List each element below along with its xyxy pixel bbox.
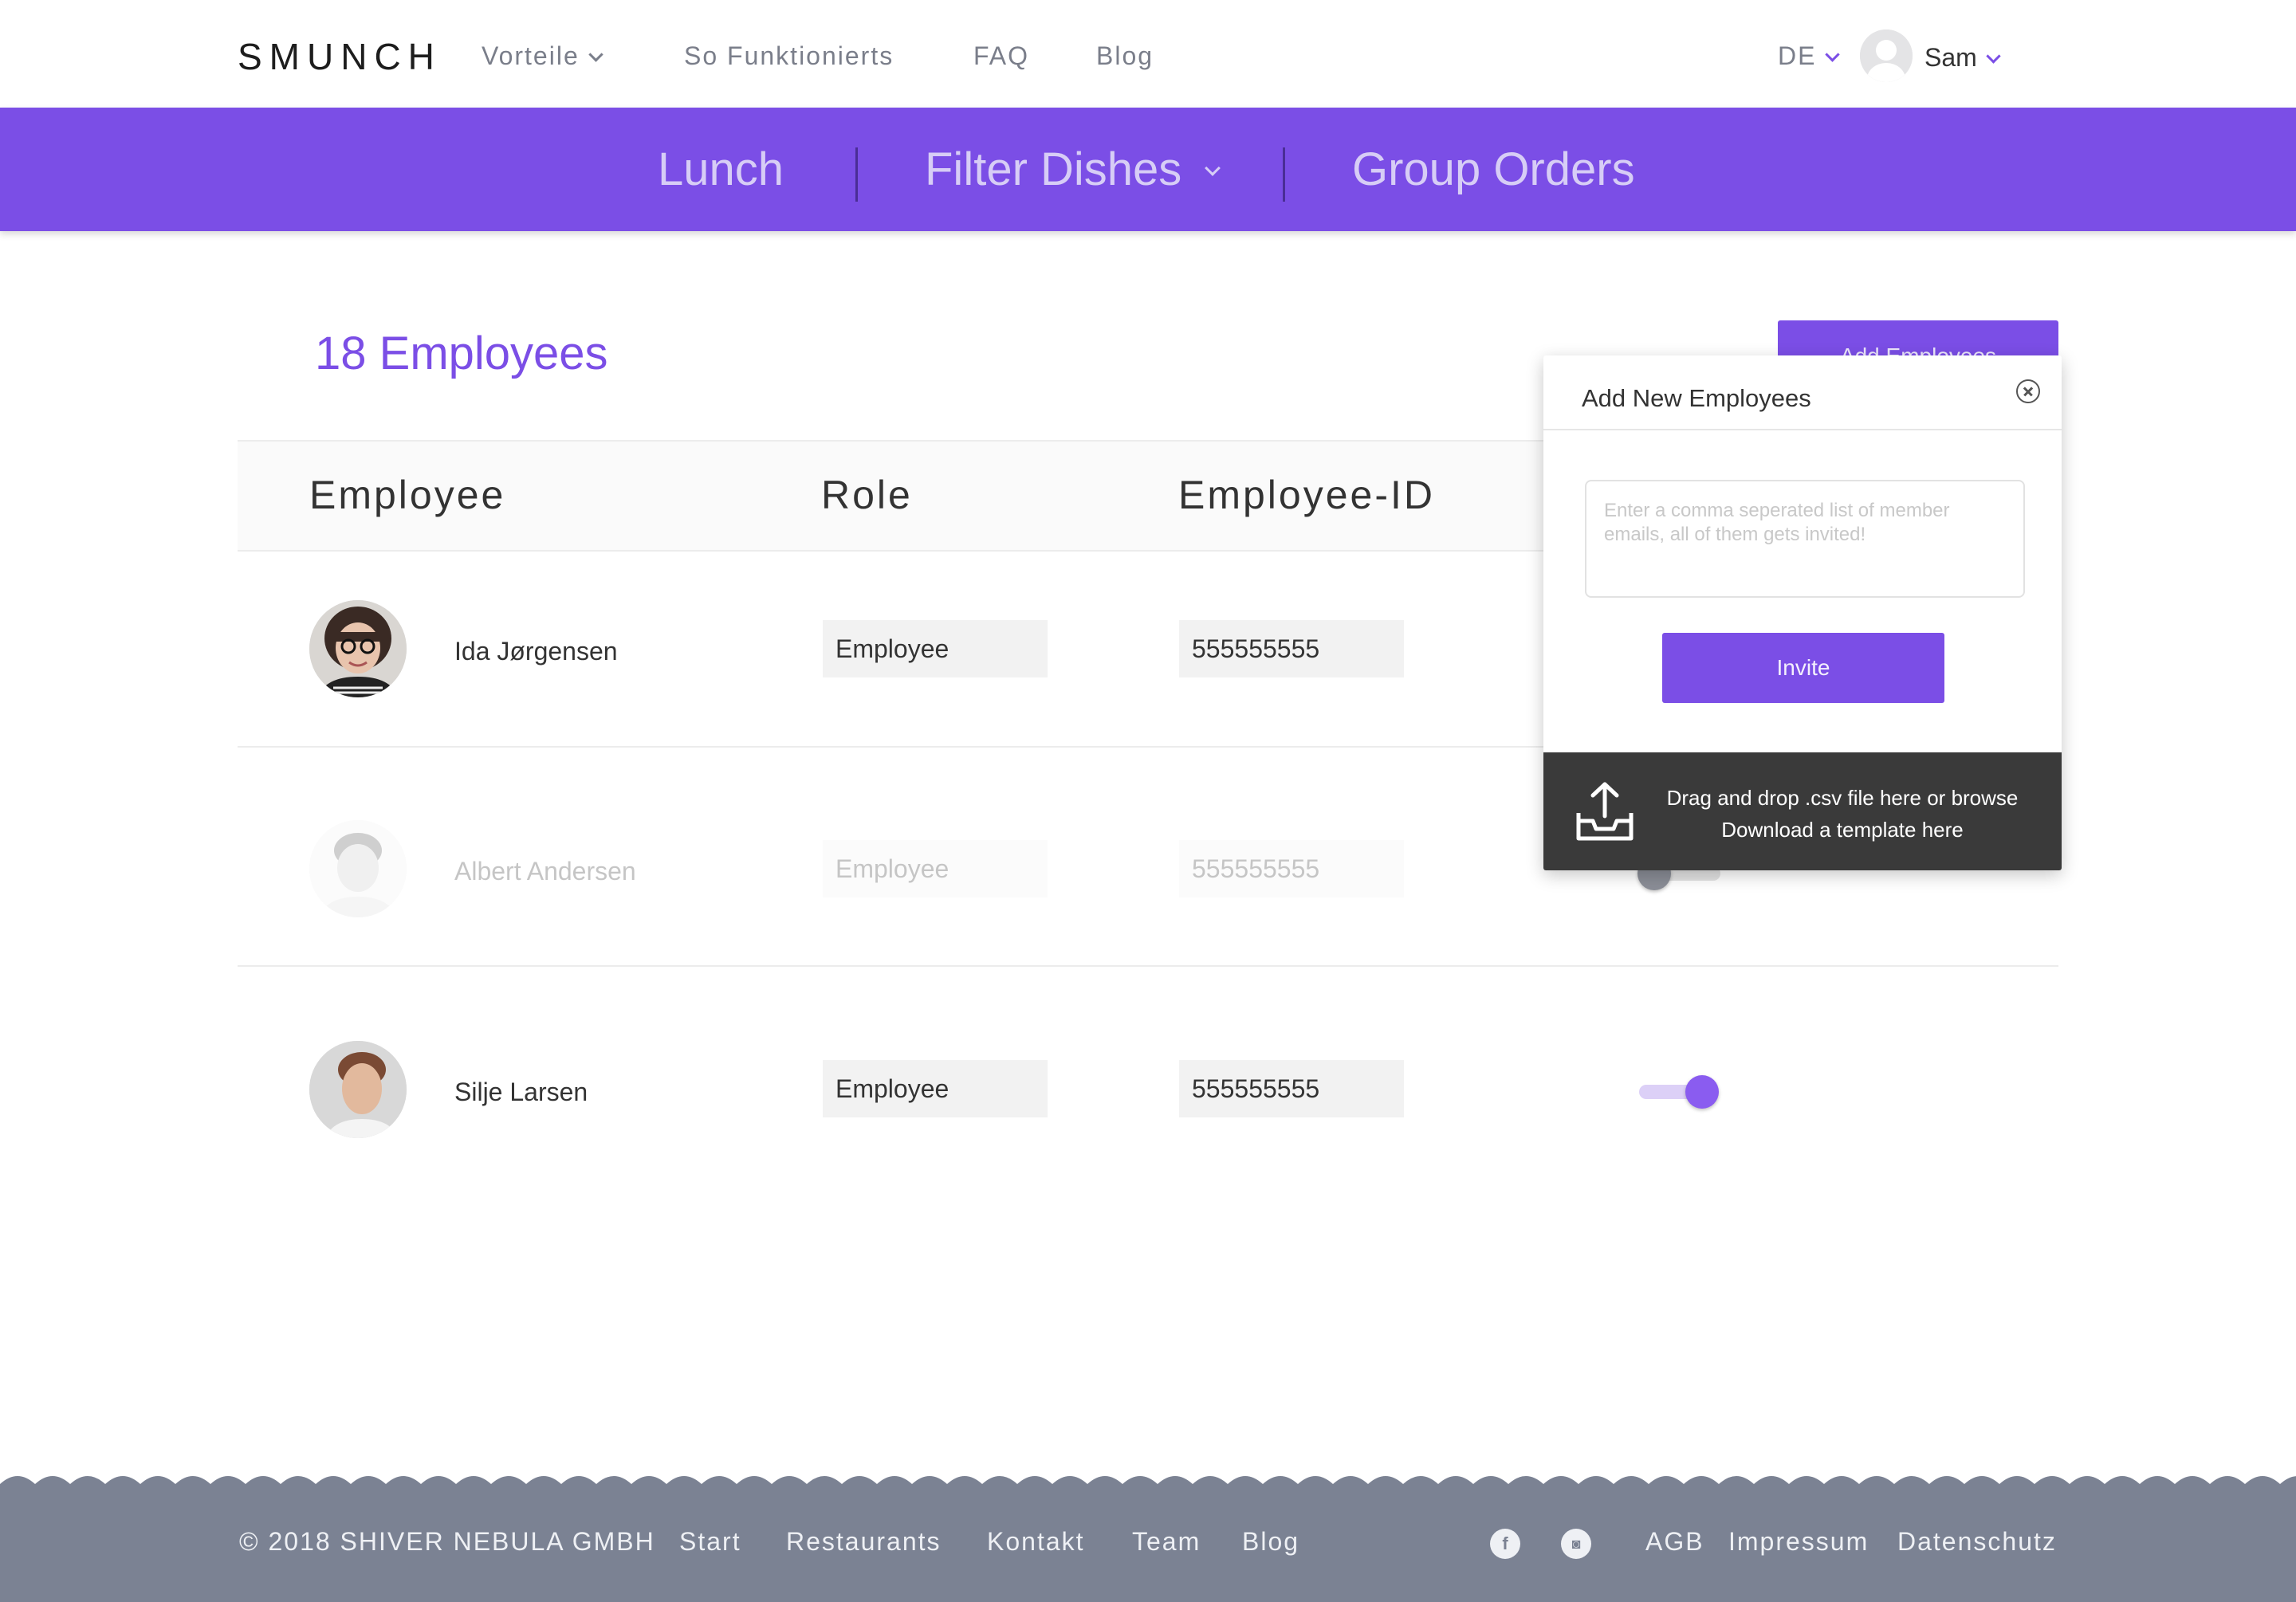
footer-wave [0, 1476, 2296, 1492]
avatar-image [309, 600, 407, 697]
employee-name: Silje Larsen [454, 1078, 588, 1106]
avatar [309, 1041, 407, 1138]
employee-id-field[interactable]: 555555555 [1179, 620, 1404, 677]
user-name: Sam [1924, 43, 1977, 72]
role-field[interactable]: Employee [823, 840, 1048, 897]
footer-copyright: © 2018 SHIVER NEBULA GMBH [239, 1527, 655, 1556]
row-divider [238, 965, 2058, 967]
nav-link-so-funktionierts[interactable]: So Funktionierts [684, 41, 894, 71]
nav-link-faq[interactable]: FAQ [973, 41, 1029, 71]
user-menu[interactable]: Sam [1924, 43, 2001, 73]
nav-link-vorteile[interactable]: Vorteile [482, 41, 603, 71]
download-template-link[interactable]: Download a template here [1655, 818, 2030, 842]
tab-lunch[interactable]: Lunch [658, 143, 784, 196]
user-silhouette-icon [1860, 29, 1913, 82]
add-employees-popover: Add New Employees Invite Drag and drop .… [1543, 355, 2062, 870]
column-header-employee-id: Employee-ID [1178, 473, 1435, 517]
avatar-image [309, 820, 407, 917]
avatar-image [309, 1041, 407, 1138]
footer-link-blog[interactable]: Blog [1242, 1527, 1299, 1557]
footer-link-datenschutz[interactable]: Datenschutz [1897, 1527, 2057, 1557]
tab-divider [1283, 147, 1285, 202]
user-avatar[interactable] [1860, 29, 1913, 82]
nav-link-blog[interactable]: Blog [1096, 41, 1154, 71]
footer-link-start[interactable]: Start [679, 1527, 741, 1557]
footer-link-team[interactable]: Team [1132, 1527, 1201, 1557]
footer: © 2018 SHIVER NEBULA GMBH Start Restaura… [0, 1473, 2296, 1602]
column-header-employee: Employee [309, 473, 506, 517]
facebook-icon[interactable]: f [1490, 1529, 1520, 1559]
avatar [309, 600, 407, 697]
popover-title: Add New Employees [1582, 384, 1811, 412]
upload-tray-icon [1576, 782, 1634, 841]
top-navigation: SMUNCH Vorteile So Funktionierts FAQ Blo… [0, 0, 2296, 108]
section-navigation: Lunch Filter Dishes Group Orders [0, 108, 2296, 231]
toggle-knob [1685, 1075, 1719, 1109]
avatar [309, 820, 407, 917]
footer-link-kontakt[interactable]: Kontakt [987, 1527, 1085, 1557]
tab-label: Filter Dishes [925, 143, 1182, 195]
tab-group-orders[interactable]: Group Orders [1352, 143, 1635, 196]
employee-id-field[interactable]: 555555555 [1179, 1060, 1404, 1117]
csv-drop-zone[interactable]: Drag and drop .csv file here or browse D… [1543, 752, 2062, 870]
footer-link-impressum[interactable]: Impressum [1728, 1527, 1869, 1557]
email-list-input[interactable] [1585, 480, 2025, 598]
employee-name: Albert Andersen [454, 857, 636, 885]
language-label: DE [1778, 41, 1817, 70]
popover-divider [1543, 429, 2062, 430]
nav-link-label: Vorteile [482, 41, 580, 70]
employee-name: Ida Jørgensen [454, 637, 618, 666]
smunch-logo[interactable]: SMUNCH [238, 35, 442, 78]
employee-id-field[interactable]: 555555555 [1179, 840, 1404, 897]
chevron-down-icon [1825, 47, 1841, 62]
tab-divider [855, 147, 858, 202]
footer-link-agb[interactable]: AGB [1645, 1527, 1704, 1557]
language-switcher[interactable]: DE [1778, 41, 1841, 71]
chevron-down-icon [588, 47, 603, 62]
employee-count-title: 18 Employees [315, 328, 608, 379]
column-header-role: Role [821, 473, 913, 517]
footer-link-restaurants[interactable]: Restaurants [786, 1527, 942, 1557]
close-icon[interactable] [2016, 379, 2040, 403]
tab-filter-dishes[interactable]: Filter Dishes [925, 143, 1221, 196]
role-field[interactable]: Employee [823, 620, 1048, 677]
instagram-icon[interactable]: ◙ [1561, 1529, 1591, 1559]
chevron-down-icon [1205, 160, 1221, 176]
chevron-down-icon [1986, 49, 2001, 64]
invite-button[interactable]: Invite [1662, 633, 1944, 703]
drop-instructions[interactable]: Drag and drop .csv file here or browse [1655, 786, 2030, 811]
role-field[interactable]: Employee [823, 1060, 1048, 1117]
